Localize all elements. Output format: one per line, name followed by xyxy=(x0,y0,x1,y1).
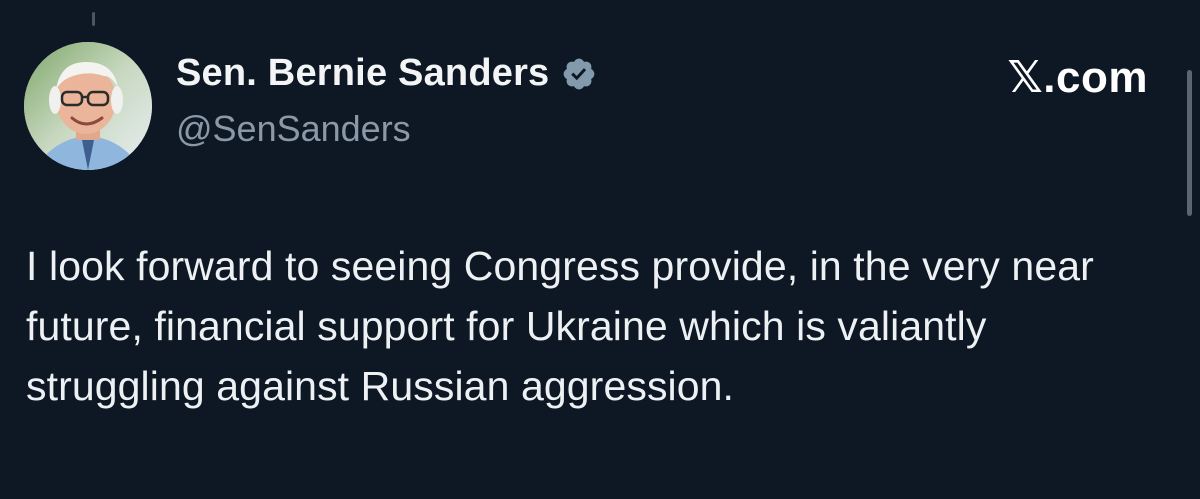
profile-photo-icon xyxy=(24,42,152,170)
avatar[interactable] xyxy=(24,42,152,170)
author-handle[interactable]: @SenSanders xyxy=(176,108,411,150)
tweet-text: I look forward to seeing Congress provid… xyxy=(26,243,1094,409)
tweet-card: Sen. Bernie Sanders @SenSanders 𝕏.com I … xyxy=(0,0,1200,499)
author-display-name[interactable]: Sen. Bernie Sanders xyxy=(176,52,549,95)
verified-badge-icon xyxy=(564,58,595,89)
scrollbar[interactable] xyxy=(1187,70,1192,216)
divider xyxy=(92,12,95,26)
author-name-row: Sen. Bernie Sanders xyxy=(176,52,597,95)
x-logo-icon: 𝕏.com xyxy=(1007,53,1148,102)
